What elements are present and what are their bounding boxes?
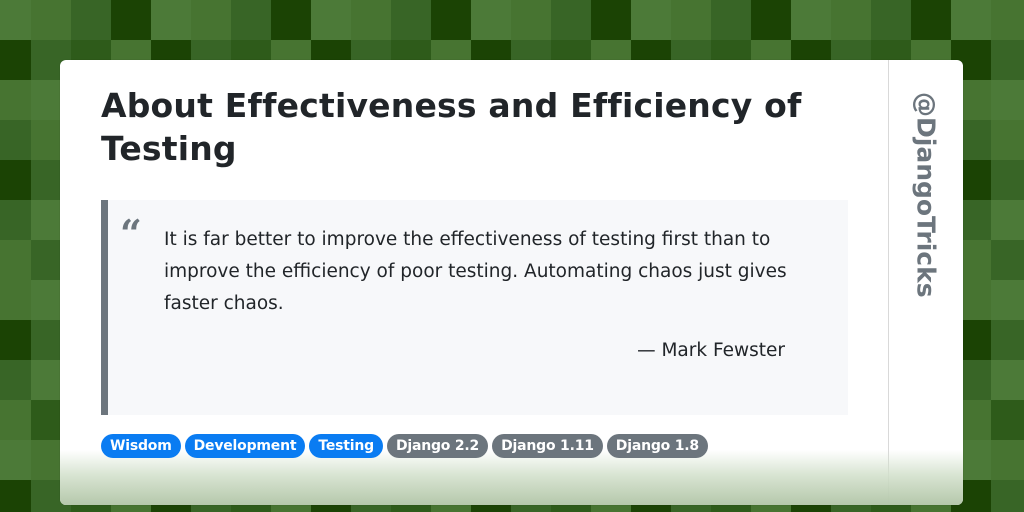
background-cell — [431, 0, 471, 40]
background-cell — [271, 0, 311, 40]
twitter-handle-panel: @DjangoTricks — [888, 60, 963, 505]
background-cell — [351, 0, 391, 40]
post-title: About Effectiveness and Efficiency of Te… — [101, 86, 802, 168]
background-cell — [191, 0, 231, 40]
background-cell — [991, 80, 1024, 120]
background-cell — [951, 0, 991, 40]
background-cell — [631, 0, 671, 40]
background-cell — [0, 440, 31, 480]
background-cell — [0, 400, 31, 440]
background-cell — [31, 0, 71, 40]
background-cell — [591, 0, 631, 40]
background-cell — [911, 0, 951, 40]
tag-wisdom[interactable]: Wisdom — [101, 434, 181, 458]
tag-testing[interactable]: Testing — [309, 434, 383, 458]
background-cell — [991, 40, 1024, 80]
background-cell — [751, 0, 791, 40]
blockquote: “ It is far better to improve the effect… — [101, 200, 848, 415]
background-cell — [0, 120, 31, 160]
background-cell — [71, 0, 111, 40]
background-cell — [111, 0, 151, 40]
background-cell — [991, 120, 1024, 160]
background-cell — [0, 320, 31, 360]
background-cell — [991, 240, 1024, 280]
quote-text: It is far better to improve the effectiv… — [164, 229, 787, 314]
background-cell — [0, 280, 31, 320]
background-cell — [991, 400, 1024, 440]
background-cell — [0, 480, 31, 512]
twitter-handle[interactable]: @DjangoTricks — [911, 92, 940, 298]
background-cell — [151, 0, 191, 40]
background-cell — [831, 0, 871, 40]
tag-django-2-2[interactable]: Django 2.2 — [386, 434, 489, 458]
background-cell — [991, 440, 1024, 480]
background-cell — [991, 200, 1024, 240]
background-cell — [0, 360, 31, 400]
background-cell — [0, 80, 31, 120]
quote-mark-icon: “ — [120, 211, 142, 256]
background-cell — [0, 0, 31, 40]
background-cell — [711, 0, 751, 40]
background-cell — [991, 160, 1024, 200]
background-cell — [871, 0, 911, 40]
tag-development[interactable]: Development — [184, 434, 306, 458]
background-cell — [0, 240, 31, 280]
tag-list: Wisdom Development Testing Django 2.2 Dj… — [101, 434, 708, 458]
background-cell — [991, 280, 1024, 320]
background-cell — [471, 0, 511, 40]
background-cell — [511, 0, 551, 40]
background-cell — [551, 0, 591, 40]
post-card: About Effectiveness and Efficiency of Te… — [60, 60, 963, 505]
background-cell — [0, 160, 31, 200]
background-cell — [391, 0, 431, 40]
background-cell — [0, 200, 31, 240]
background-cell — [991, 320, 1024, 360]
background-cell — [0, 40, 31, 80]
tag-django-1-11[interactable]: Django 1.11 — [492, 434, 603, 458]
quote-author: — Mark Fewster — [637, 340, 785, 361]
background-cell — [671, 0, 711, 40]
background-cell — [991, 0, 1024, 40]
background-cell — [311, 0, 351, 40]
bottom-fade — [60, 450, 963, 505]
tag-django-1-8[interactable]: Django 1.8 — [606, 434, 708, 458]
background-cell — [991, 360, 1024, 400]
background-cell — [231, 0, 271, 40]
background-cell — [991, 480, 1024, 512]
background-cell — [791, 0, 831, 40]
